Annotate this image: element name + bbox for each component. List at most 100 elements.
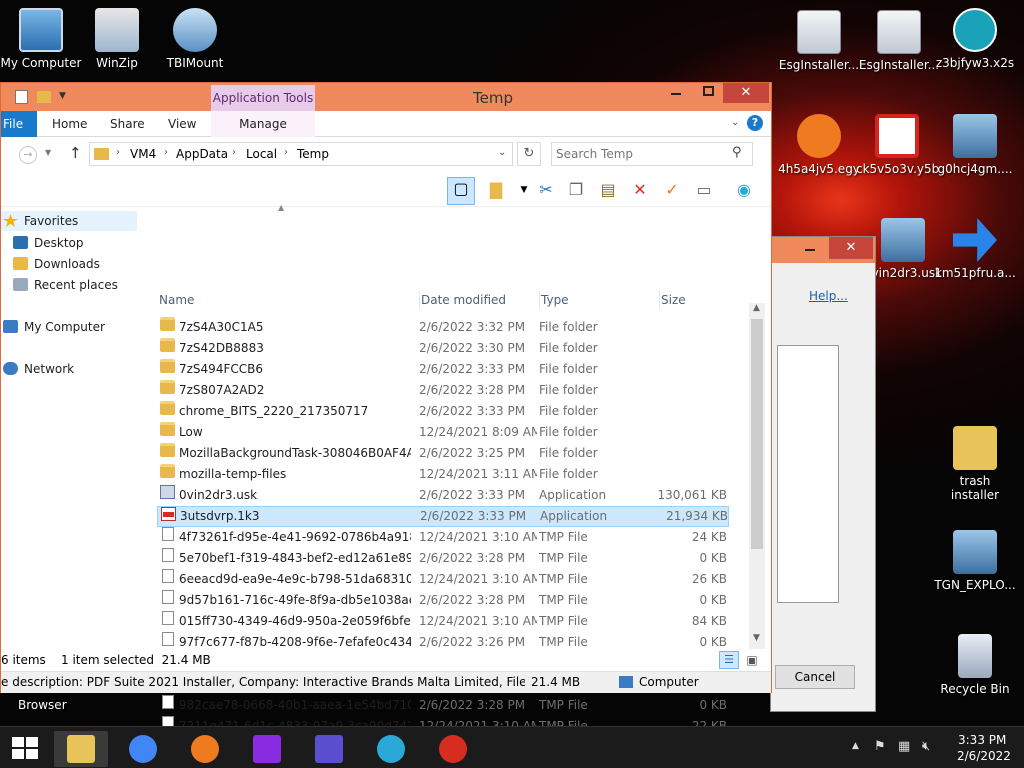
- forward-icon[interactable]: →: [19, 146, 37, 164]
- taskbar-item[interactable]: [364, 731, 418, 767]
- desktop-icon-trash-installer[interactable]: trash installer: [934, 426, 1016, 502]
- desktop-icon-winzip[interactable]: WinZip Image Manager: [76, 8, 158, 70]
- file-row[interactable]: 3utsdvrp.1k3 2/6/2022 3:33 PM Application 2…: [157, 506, 729, 527]
- desktop-icon-esginstaller-1[interactable]: EsgInstaller...: [778, 10, 860, 72]
- refresh-icon[interactable]: ↻: [517, 142, 541, 166]
- scroll-down-icon[interactable]: ▼: [753, 633, 760, 643]
- file-row[interactable]: 015ff730-4349-46d9-950a-2e059f6bfe71.t..…: [157, 611, 729, 632]
- taskbar-item[interactable]: [240, 731, 294, 767]
- file-row[interactable]: 982cae78-0668-40b1-aaea-1e54bd710958....…: [157, 695, 729, 716]
- column-header-type[interactable]: Type: [539, 291, 653, 309]
- tab-view[interactable]: View: [168, 111, 196, 137]
- file-row[interactable]: 6eeacd9d-ea9e-4e9c-b798-51da68310a9b... 1…: [157, 569, 729, 590]
- action-center-flag-icon[interactable]: ⚑: [874, 739, 886, 754]
- minimize-button[interactable]: [671, 93, 681, 95]
- details-view-icon[interactable]: ☰: [719, 651, 739, 669]
- scroll-thumb[interactable]: [751, 319, 763, 549]
- move-to-icon[interactable]: ▇: [485, 179, 507, 201]
- file-row[interactable]: 7zS807A2AD2 2/6/2022 3:28 PM File folder: [157, 380, 729, 401]
- desktop-icon-tgn-explo[interactable]: TGN_EXPLO...: [934, 530, 1016, 592]
- properties-icon[interactable]: [15, 90, 28, 104]
- minimize-icon[interactable]: [805, 249, 815, 251]
- tab-file[interactable]: File: [1, 111, 37, 137]
- nav-network[interactable]: Network: [3, 359, 74, 379]
- ribbon-expand-icon[interactable]: ⌄: [731, 117, 739, 128]
- column-header-name[interactable]: Name: [159, 291, 413, 309]
- volume-muted-icon[interactable]: 🔇︎: [922, 739, 930, 754]
- file-row[interactable]: chrome_BITS_2220_217350717 2/6/2022 3:33 …: [157, 401, 729, 422]
- clock-date[interactable]: 2/6/2022: [957, 749, 1011, 763]
- desktop-icon-1m51pfru[interactable]: 1m51pfru.a...: [934, 218, 1016, 280]
- file-row[interactable]: 4f73261f-d95e-4e41-9692-0786b4a9181e.t..…: [157, 527, 729, 548]
- up-icon[interactable]: ↑: [69, 144, 82, 162]
- desktop-icon-4h5a4jv5[interactable]: 4h5a4jv5.egy: [778, 114, 860, 176]
- desktop-icon-my-computer[interactable]: My Computer: [0, 8, 82, 70]
- close-button[interactable]: ✕: [829, 237, 873, 259]
- taskbar-item[interactable]: [178, 731, 232, 767]
- desktop-icon-z3bjfyw3[interactable]: z3bjfyw3.x2s: [934, 8, 1016, 70]
- file-row[interactable]: 7zS4A30C1A5 2/6/2022 3:32 PM File folder: [157, 317, 729, 338]
- tab-home[interactable]: Home: [52, 111, 87, 137]
- copy-icon[interactable]: ❐: [565, 179, 587, 201]
- start-button[interactable]: [12, 737, 38, 759]
- desktop-icon-tbimount[interactable]: TBIMount: [154, 8, 236, 70]
- search-box[interactable]: ⚲: [551, 142, 753, 166]
- recent-locations-icon[interactable]: ▼: [45, 148, 51, 157]
- nav-downloads[interactable]: Downloads: [13, 254, 100, 274]
- nav-favorites[interactable]: Favorites: [1, 211, 137, 231]
- file-row[interactable]: Low 12/24/2021 8:09 AM File folder: [157, 422, 729, 443]
- file-row[interactable]: MozillaBackgroundTask-308046B0AF4A3... 2/…: [157, 443, 729, 464]
- qat-dropdown-icon[interactable]: ▼: [59, 91, 66, 101]
- file-row[interactable]: 7zS42DB8883 2/6/2022 3:30 PM File folder: [157, 338, 729, 359]
- close-button[interactable]: ✕: [723, 83, 769, 103]
- file-row[interactable]: 5e70bef1-f319-4843-bef2-ed12a61e8999.t..…: [157, 548, 729, 569]
- nav-my-computer[interactable]: My Computer: [3, 317, 105, 337]
- vertical-scrollbar[interactable]: ▲ ▼: [749, 303, 765, 649]
- address-field[interactable]: › VM4 › AppData › Local › Temp ⌄: [89, 142, 513, 166]
- column-header-size[interactable]: Size: [659, 291, 739, 309]
- desktop-icon-recycle-bin[interactable]: Recycle Bin: [934, 634, 1016, 696]
- help-link[interactable]: Help...: [809, 289, 848, 303]
- delete-icon[interactable]: ✕: [629, 179, 651, 201]
- maximize-button[interactable]: [703, 86, 714, 96]
- cancel-button[interactable]: Cancel: [775, 665, 855, 689]
- address-dropdown-icon[interactable]: ⌄: [498, 147, 506, 158]
- tab-share[interactable]: Share: [110, 111, 145, 137]
- clock-time[interactable]: 3:33 PM: [958, 733, 1006, 747]
- taskbar-item[interactable]: [302, 731, 356, 767]
- paste-icon[interactable]: ▤: [597, 179, 619, 201]
- large-icons-view-icon[interactable]: ▣: [743, 651, 761, 669]
- taskbar-item[interactable]: [54, 731, 108, 767]
- nav-desktop[interactable]: Desktop: [13, 233, 84, 253]
- breadcrumb-local[interactable]: Local: [246, 147, 277, 161]
- desktop-icon-esginstaller-2[interactable]: EsgInstaller...: [858, 10, 940, 72]
- column-header-date[interactable]: Date modified: [419, 291, 535, 309]
- desktop-icon-ck5v5o3v[interactable]: ck5v5o3v.y5b: [856, 114, 939, 176]
- new-folder-icon[interactable]: [37, 91, 51, 103]
- move-dropdown-icon[interactable]: ▼: [513, 179, 535, 201]
- tab-manage[interactable]: Manage: [211, 111, 315, 137]
- breadcrumb-appdata[interactable]: AppData: [176, 147, 228, 161]
- rename-icon[interactable]: ✓: [661, 179, 683, 201]
- seashell-icon[interactable]: ◉: [733, 179, 755, 201]
- breadcrumb-temp[interactable]: Temp: [297, 147, 329, 161]
- preview-pane-icon[interactable]: ▢: [447, 177, 475, 205]
- file-row[interactable]: 9d57b161-716c-49fe-8f9a-db5e1038aeca....…: [157, 590, 729, 611]
- scroll-up-icon[interactable]: ▲: [753, 303, 760, 313]
- network-tray-icon[interactable]: ▦: [898, 739, 910, 754]
- search-input[interactable]: [556, 146, 726, 162]
- taskbar-item[interactable]: [426, 731, 480, 767]
- nav-recent-places[interactable]: Recent places: [13, 275, 118, 295]
- taskbar-item[interactable]: [116, 731, 170, 767]
- breadcrumb-vm4[interactable]: VM4: [130, 147, 156, 161]
- cut-icon[interactable]: ✂: [535, 179, 557, 201]
- file-row[interactable]: mozilla-temp-files 12/24/2021 3:11 AM File…: [157, 464, 729, 485]
- file-row[interactable]: 0vin2dr3.usk 2/6/2022 3:33 PM Application 1…: [157, 485, 729, 506]
- show-hidden-icons[interactable]: ▲: [852, 741, 859, 751]
- help-icon[interactable]: ?: [747, 115, 763, 131]
- search-icon[interactable]: ⚲: [732, 145, 742, 160]
- file-row[interactable]: 7zS494FCCB6 2/6/2022 3:33 PM File folder: [157, 359, 729, 380]
- properties-icon[interactable]: ▭: [693, 179, 715, 201]
- desktop-icon-g0hcj4gm[interactable]: g0hcj4gm....: [934, 114, 1016, 176]
- file-date: 2/6/2022 3:28 PM: [419, 551, 526, 565]
